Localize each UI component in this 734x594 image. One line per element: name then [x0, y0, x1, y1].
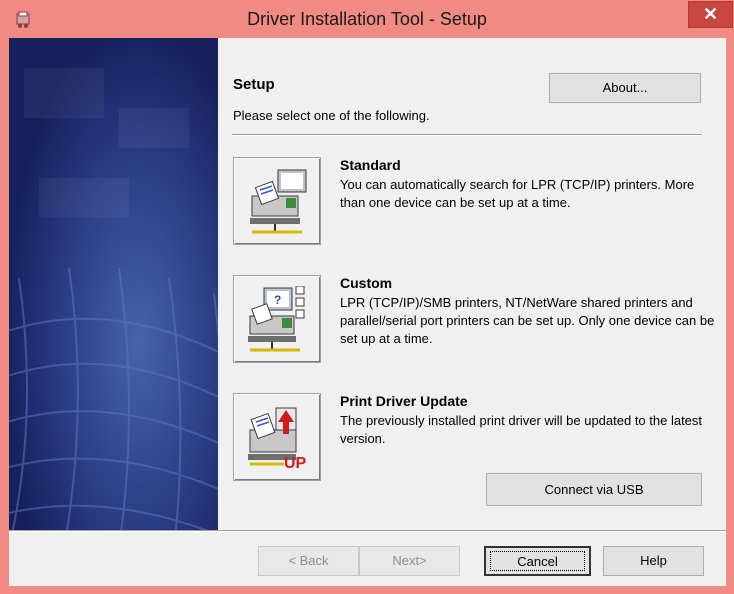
standard-option-description: You can automatically search for LPR (TC… [340, 177, 695, 210]
window-frame-right [726, 38, 734, 594]
window-frame-bottom [0, 586, 734, 594]
driver-update-option-title: Print Driver Update [340, 393, 468, 409]
window-title: Driver Installation Tool - Setup [247, 9, 487, 29]
svg-text:?: ? [274, 293, 281, 307]
header-separator [232, 134, 702, 136]
cancel-button-label: Cancel [490, 551, 585, 571]
side-banner-image [9, 38, 218, 530]
about-button[interactable]: About... [549, 73, 701, 103]
cancel-button[interactable]: Cancel [484, 546, 591, 576]
driver-update-icon: UP [248, 407, 307, 470]
driver-update-option-description: The previously installed print driver wi… [340, 413, 703, 446]
page-instruction: Please select one of the following. [233, 108, 430, 123]
svg-text:UP: UP [284, 455, 307, 470]
footer-separator [9, 530, 726, 532]
standard-option-title: Standard [340, 157, 401, 173]
window-frame-left [0, 38, 9, 594]
custom-printer-icon: ? [248, 286, 305, 352]
driver-update-option-button[interactable]: UP [233, 393, 321, 481]
custom-option-button[interactable]: ? [233, 275, 321, 363]
close-icon: ✕ [702, 4, 719, 24]
custom-option-title: Custom [340, 275, 393, 291]
close-button[interactable]: ✕ [688, 1, 733, 28]
standard-option-button[interactable] [233, 157, 321, 245]
page-heading: Setup [233, 76, 275, 93]
custom-option-description: LPR (TCP/IP)/SMB printers, NT/NetWare sh… [340, 295, 715, 346]
network-printer-icon [250, 169, 307, 234]
back-button[interactable]: < Back [258, 546, 359, 576]
help-button[interactable]: Help [603, 546, 704, 576]
connect-via-usb-button[interactable]: Connect via USB [486, 473, 702, 506]
next-button[interactable]: Next> [359, 546, 460, 576]
